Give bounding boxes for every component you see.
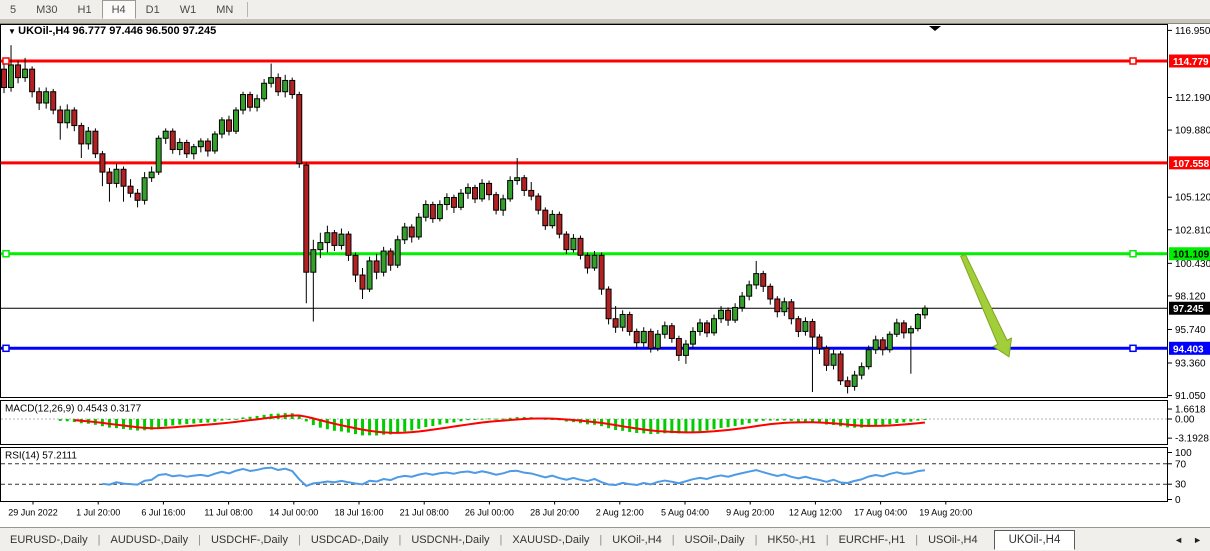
time-axis-label: 26 Jul 00:00	[465, 508, 514, 518]
time-axis-label: 21 Jul 08:00	[400, 508, 449, 518]
timeframe-button-h4[interactable]: H4	[102, 0, 136, 19]
symbol-tab-ukoil-h4[interactable]: UKOil-,H4	[602, 531, 672, 549]
price-badge-label: 97.245	[1173, 304, 1204, 315]
price-badge-label: 94.403	[1173, 344, 1204, 355]
price-tick-label: 112.190	[1175, 93, 1210, 104]
price-tick-label: 116.950	[1175, 26, 1210, 37]
time-axis-label: 6 Jul 16:00	[141, 508, 185, 518]
timeframe-button-mn[interactable]: MN	[206, 0, 243, 19]
rsi-tick-label: 0	[1175, 495, 1181, 506]
chart-area[interactable]: 116.950112.190109.880105.120102.810100.4…	[0, 20, 1210, 527]
rsi-tick-label: 70	[1175, 459, 1187, 470]
time-axis-label: 9 Aug 20:00	[726, 508, 774, 518]
rsi-label: RSI(14) 57.2111	[5, 451, 77, 462]
time-axis-label: 2 Aug 12:00	[596, 508, 644, 518]
price-tick-label: 95.740	[1175, 325, 1206, 336]
line-handle[interactable]	[3, 58, 9, 64]
price-badge-label: 114.779	[1173, 57, 1209, 68]
symbol-tab-audusd-daily[interactable]: AUDUSD-,Daily	[100, 531, 198, 549]
timeframe-button-h1[interactable]: H1	[68, 0, 102, 19]
symbol-tab-usdchf-daily[interactable]: USDCHF-,Daily	[201, 531, 298, 549]
line-handle[interactable]	[3, 345, 9, 351]
time-axis-label: 19 Aug 20:00	[919, 508, 972, 518]
symbol-tab-ukoil-h4[interactable]: UKOil-,H4	[994, 530, 1076, 550]
timeframe-toolbar: 5M30H1H4D1W1MN	[0, 0, 1210, 20]
symbol-dropdown-icon: ▼	[8, 27, 18, 36]
symbol-tab-usoil-h4[interactable]: USOil-,H4	[918, 531, 988, 549]
price-panel[interactable]	[1, 25, 1168, 398]
time-axis-label: 18 Jul 16:00	[334, 508, 383, 518]
timeframe-button-d1[interactable]: D1	[136, 0, 170, 19]
symbol-tab-usdcad-daily[interactable]: USDCAD-,Daily	[301, 531, 399, 549]
rsi-panel[interactable]	[1, 448, 1168, 502]
symbol-tab-eurchf-h1[interactable]: EURCHF-,H1	[829, 531, 916, 549]
price-tick-label: 98.120	[1175, 291, 1206, 302]
trading-terminal: 5M30H1H4D1W1MN 116.950 112.190 109.880 105.…	[0, 0, 1210, 551]
symbol-tab-hk50-h1[interactable]: HK50-,H1	[757, 531, 825, 549]
time-axis-label: 11 Jul 08:00	[204, 508, 252, 518]
rsi-tick-label: 100	[1175, 448, 1192, 459]
price-tick-label: 109.880	[1175, 126, 1210, 137]
timeframe-button-5[interactable]: 5	[0, 0, 26, 19]
timeframe-button-w1[interactable]: W1	[170, 0, 207, 19]
macd-tick-label: -3.1928	[1175, 434, 1209, 445]
time-axis-label: 1 Jul 20:00	[76, 508, 120, 518]
time-axis-label: 17 Aug 04:00	[854, 508, 907, 518]
line-handle[interactable]	[3, 251, 9, 257]
price-badge-label: 101.109	[1173, 250, 1210, 261]
line-handle[interactable]	[1130, 58, 1136, 64]
chart-title: ▼ UKOil-,H4 96.777 97.446 96.500 97.245	[8, 25, 216, 37]
symbol-tab-eurusd-daily[interactable]: EURUSD-,Daily	[0, 531, 98, 549]
price-tick-label: 91.050	[1175, 391, 1206, 402]
toolbar-separator	[247, 2, 248, 17]
price-tick-label: 105.120	[1175, 193, 1210, 204]
tab-scroll-left-icon[interactable]: ◄	[1174, 535, 1183, 545]
symbol-tab-bar: EURUSD-,Daily|AUDUSD-,Daily|USDCHF-,Dail…	[0, 527, 1210, 551]
macd-tick-label: 0.00	[1175, 415, 1195, 426]
line-handle[interactable]	[1130, 251, 1136, 257]
symbol-tab-usoil-daily[interactable]: USOil-,Daily	[675, 531, 755, 549]
rsi-tick-label: 30	[1175, 480, 1187, 491]
tab-scroll-right-icon[interactable]: ►	[1193, 535, 1202, 545]
price-tick-label: 102.810	[1175, 225, 1210, 236]
time-axis-label: 28 Jul 20:00	[530, 508, 579, 518]
price-badge-label: 107.558	[1173, 159, 1210, 170]
macd-panel[interactable]	[1, 401, 1168, 445]
symbol-tab-usdcnh-daily[interactable]: USDCNH-,Daily	[401, 531, 499, 549]
symbol-tab-xauusd-daily[interactable]: XAUUSD-,Daily	[502, 531, 599, 549]
time-axis-label: 14 Jul 00:00	[269, 508, 318, 518]
price-tick-label: 93.360	[1175, 359, 1206, 370]
macd-label: MACD(12,26,9) 0.4543 0.3177	[5, 404, 142, 415]
timeframe-button-m30[interactable]: M30	[26, 0, 67, 19]
time-axis-label: 5 Aug 04:00	[661, 508, 709, 518]
time-axis-label: 12 Aug 12:00	[789, 508, 842, 518]
time-axis-label: 29 Jun 2022	[8, 508, 58, 518]
line-handle[interactable]	[1130, 345, 1136, 351]
